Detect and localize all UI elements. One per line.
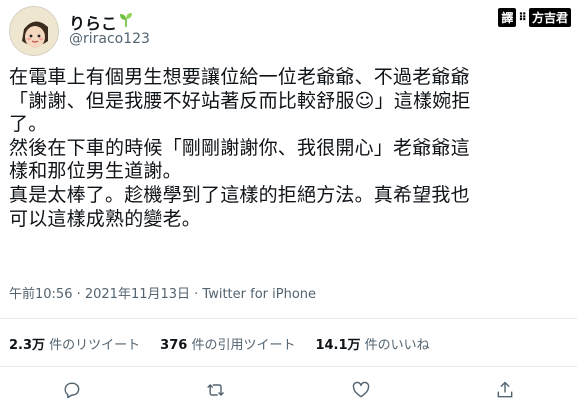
user-handle[interactable]: @riraco123 [69, 31, 150, 47]
retweet-label: 件のリツイート [45, 338, 141, 353]
share-icon [497, 381, 513, 398]
divider-top [0, 318, 577, 319]
tweet-stats: 2.3万 件のリツイート 376 件の引用ツイート 14.1万 件のいいね [9, 334, 430, 353]
quote-stat[interactable]: 376 件の引用ツイート [160, 334, 295, 353]
tweet-text: 在電車上有個男生想要讓位給一位老爺爺、不過老爺爺 「謝謝、但是我腰不好站著反而比… [9, 66, 471, 230]
tweet-actions [0, 375, 577, 405]
divider-bottom [0, 366, 577, 367]
quote-label: 件の引用ツイート [187, 338, 296, 353]
reply-button[interactable] [57, 375, 87, 405]
like-label: 件のいいね [360, 338, 430, 353]
retweet-icon [207, 383, 225, 397]
avatar[interactable] [9, 6, 59, 56]
sprout-icon [119, 12, 133, 32]
like-stat[interactable]: 14.1万 件のいいね [315, 334, 429, 353]
watermark-separator: ⠿ [518, 11, 527, 24]
like-button[interactable] [346, 375, 376, 405]
retweet-count: 2.3万 [9, 338, 46, 353]
watermark-box: 譯 [498, 8, 517, 27]
quote-count: 376 [160, 338, 188, 353]
watermark-name: 方吉君 [528, 8, 571, 27]
like-icon [352, 381, 369, 398]
retweet-stat[interactable]: 2.3万 件のリツイート [9, 334, 140, 353]
share-button[interactable] [490, 375, 520, 405]
retweet-button[interactable] [201, 375, 231, 405]
tweet-timestamp[interactable]: 午前10:56 · 2021年11月13日 · Twitter for iPho… [9, 283, 316, 302]
reply-icon [64, 382, 80, 399]
like-count: 14.1万 [315, 338, 361, 353]
translator-watermark: 譯 ⠿ 方吉君 [498, 8, 571, 27]
